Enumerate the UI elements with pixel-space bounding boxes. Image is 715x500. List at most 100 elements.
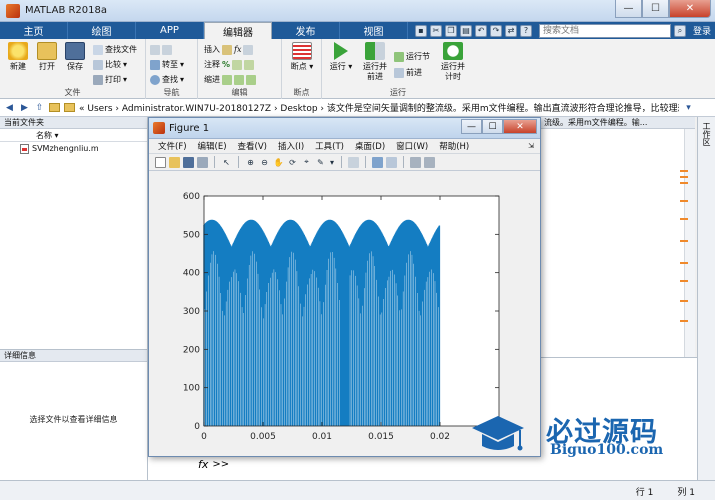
cut-icon[interactable]: ✂ <box>429 24 442 37</box>
current-folder-panel: 当前文件夹 名称 ▾ SVMzhengnliu.m <box>0 117 148 355</box>
editor-tab-text[interactable]: 流级。采用m文件编程。输... <box>541 117 695 129</box>
open-file-icon[interactable] <box>169 156 180 168</box>
link-plot-icon[interactable] <box>348 156 359 168</box>
save-figure-icon[interactable] <box>183 156 194 168</box>
tab-plots[interactable]: 绘图 <box>68 22 136 39</box>
figure-title-bar[interactable]: Figure 1 — ☐ ✕ <box>149 118 540 139</box>
brush-icon[interactable]: ✎ <box>315 157 326 168</box>
run-advance-icon <box>365 42 385 60</box>
login-link[interactable]: 登录 <box>693 24 711 37</box>
menu-view[interactable]: 查看(V) <box>238 140 267 152</box>
help-icon[interactable]: ? <box>519 24 532 37</box>
comment-button[interactable]: 注释 % <box>204 59 255 70</box>
path-dropdown-icon[interactable]: ▾ <box>683 102 694 113</box>
find-button[interactable]: 查找 ▾ <box>150 74 184 85</box>
title-bar: MATLAB R2018a — ☐ ✕ <box>0 0 715 22</box>
advance-button[interactable]: 前进 <box>394 67 422 78</box>
nav-group-label: 导航 <box>163 88 180 97</box>
minimize-button[interactable]: — <box>615 0 642 18</box>
new-figure-icon[interactable] <box>155 156 166 168</box>
print-figure-icon[interactable] <box>197 156 208 168</box>
marker[interactable] <box>680 300 688 302</box>
save-button[interactable]: 保存 <box>62 42 88 72</box>
breakpoints-button[interactable]: 断点 ▾ <box>289 42 315 72</box>
decrease-indent-icon <box>246 74 256 85</box>
marker[interactable] <box>680 262 688 264</box>
goto-button[interactable]: 转至 ▾ <box>150 59 184 70</box>
open-button[interactable]: 打开 <box>34 42 60 72</box>
find-files-button[interactable]: 查找文件 <box>93 44 137 55</box>
close-button[interactable]: ✕ <box>669 0 711 18</box>
tab-publish[interactable]: 发布 <box>272 22 340 39</box>
file-item[interactable]: SVMzhengnliu.m <box>0 142 147 155</box>
marker[interactable] <box>680 240 688 242</box>
switch-window-icon[interactable]: ⇄ <box>504 24 517 37</box>
figure-close-button[interactable]: ✕ <box>503 119 537 134</box>
menu-insert[interactable]: 插入(I) <box>278 140 304 152</box>
menu-window[interactable]: 窗口(W) <box>396 140 428 152</box>
menu-edit[interactable]: 编辑(E) <box>198 140 227 152</box>
tab-view[interactable]: 视图 <box>340 22 408 39</box>
undo-icon[interactable]: ↶ <box>474 24 487 37</box>
search-docs-input[interactable]: 搜索文档 <box>538 23 671 38</box>
up-folder-icon[interactable]: ⇧ <box>34 102 45 113</box>
run-advance-button[interactable]: 运行并 前进 <box>360 42 390 82</box>
marker[interactable] <box>680 320 688 322</box>
column-name-header[interactable]: 名称 ▾ <box>0 129 147 142</box>
marker[interactable] <box>680 182 688 184</box>
menu-help[interactable]: 帮助(H) <box>439 140 469 152</box>
search-icon[interactable]: ⌕ <box>673 24 686 37</box>
insert-legend-icon[interactable] <box>386 156 397 168</box>
run-time-button[interactable]: 运行并 计时 <box>438 42 468 82</box>
figure-minimize-button[interactable]: — <box>461 119 482 134</box>
nav-back-button[interactable] <box>150 44 172 55</box>
folder-icon[interactable] <box>49 103 60 112</box>
menu-file[interactable]: 文件(F) <box>158 140 187 152</box>
marker[interactable] <box>680 280 688 282</box>
marker[interactable] <box>680 200 688 202</box>
copy-icon[interactable]: ❐ <box>444 24 457 37</box>
current-path[interactable]: « Users › Administrator.WIN7U-20180127Z … <box>79 101 679 114</box>
browse-folder-icon[interactable] <box>64 103 75 112</box>
zoom-out-icon[interactable]: ⊖ <box>259 157 270 168</box>
show-plot-tools-icon[interactable] <box>424 156 435 168</box>
zoom-in-icon[interactable]: ⊕ <box>245 157 256 168</box>
marker[interactable] <box>680 170 688 172</box>
forward-arrow-icon[interactable]: ▶ <box>19 102 30 113</box>
run-section-button[interactable]: 运行节 <box>394 51 430 62</box>
save-icon[interactable]: ▪ <box>414 24 427 37</box>
run-button[interactable]: 运行 ▾ <box>328 42 354 72</box>
print-button[interactable]: 打印 ▾ <box>93 74 127 85</box>
tab-editor[interactable]: 编辑器 <box>204 22 272 39</box>
brush-dropdown-icon[interactable]: ▾ <box>329 157 335 168</box>
tab-apps[interactable]: APP <box>136 22 204 39</box>
tab-home[interactable]: 主页 <box>0 22 68 39</box>
menu-tools[interactable]: 工具(T) <box>315 140 344 152</box>
redo-icon[interactable]: ↷ <box>489 24 502 37</box>
fx-icon[interactable]: fx <box>198 458 208 471</box>
dock-arrow-icon[interactable]: ⇲ <box>528 142 534 150</box>
indent-button[interactable]: 缩进 <box>204 74 256 85</box>
data-cursor-icon[interactable]: ⌖ <box>301 157 312 168</box>
insert-button[interactable]: 插入 fx <box>204 44 254 55</box>
figure-toolbar: ↖ ⊕ ⊖ ✋ ⟳ ⌖ ✎ ▾ <box>149 154 540 171</box>
figure-maximize-button[interactable]: ☐ <box>482 119 503 134</box>
workspace-label[interactable]: 工作区 <box>701 122 712 146</box>
hide-plot-tools-icon[interactable] <box>410 156 421 168</box>
paste-icon[interactable]: ▤ <box>459 24 472 37</box>
edit-plot-icon[interactable]: ↖ <box>221 157 232 168</box>
marker[interactable] <box>680 176 688 178</box>
back-arrow-icon[interactable]: ◀ <box>4 102 15 113</box>
pan-icon[interactable]: ✋ <box>273 157 284 168</box>
m-file-icon <box>20 143 29 154</box>
command-prompt[interactable]: fx >> <box>198 458 229 471</box>
insert-colorbar-icon[interactable] <box>372 156 383 168</box>
rotate-icon[interactable]: ⟳ <box>287 157 298 168</box>
maximize-button[interactable]: ☐ <box>642 0 669 18</box>
menu-desktop[interactable]: 桌面(D) <box>355 140 385 152</box>
prompt-symbol: >> <box>212 459 230 470</box>
marker[interactable] <box>680 218 688 220</box>
compare-button[interactable]: 比较 ▾ <box>93 59 127 70</box>
new-button[interactable]: 新建 <box>5 42 31 72</box>
window-title: MATLAB R2018a <box>25 5 108 16</box>
